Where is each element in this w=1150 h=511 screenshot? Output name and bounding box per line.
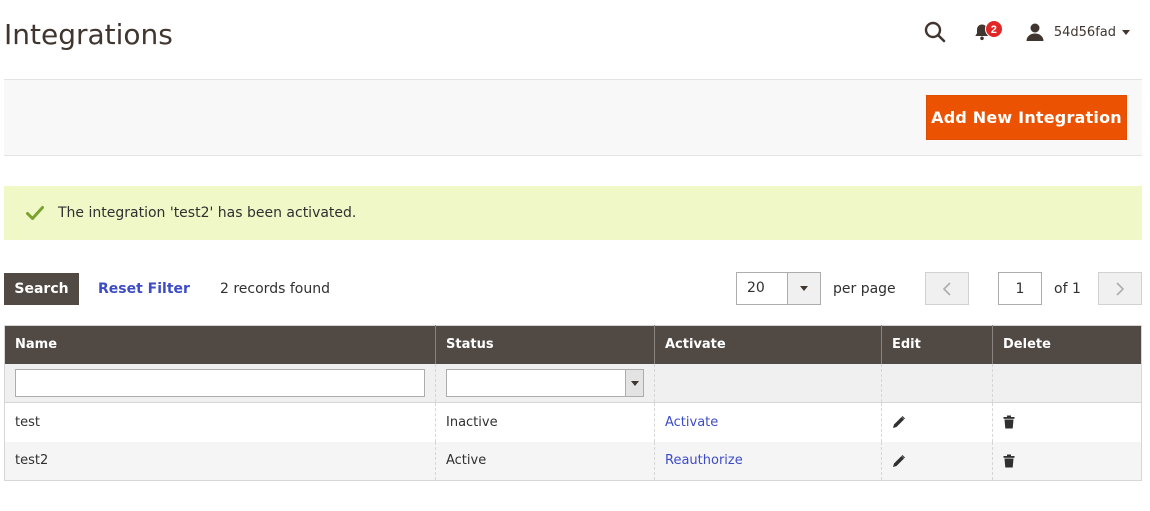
user-menu[interactable]: 54d56fad [1025,22,1130,42]
chevron-down-icon [631,380,639,386]
username: 54d56fad [1053,24,1116,40]
success-message: The integration 'test2' has been activat… [4,186,1142,240]
filter-row [4,363,1142,403]
cell-delete [992,441,1142,481]
notifications-badge: 2 [984,20,1003,38]
cell-name: test [4,402,436,442]
status-filter-select[interactable] [446,368,644,397]
pencil-icon[interactable] [892,415,906,429]
records-found: 2 records found [220,281,330,297]
reset-filter-link[interactable]: Reset Filter [98,281,190,297]
reauthorize-link[interactable]: Reauthorize [665,453,743,468]
previous-page-button[interactable] [925,272,969,305]
filter-cell-activate [654,363,882,403]
per-page-select[interactable]: 20 [736,272,821,305]
trash-icon[interactable] [1003,415,1015,429]
column-header-status[interactable]: Status [435,325,655,364]
column-header-name[interactable]: Name [4,325,436,364]
cell-status: Active [435,441,655,481]
chevron-down-icon [800,286,808,291]
per-page-label: per page [833,281,896,297]
integrations-grid: Name Status Activate Edit Delete test In… [4,325,1142,481]
next-page-button[interactable] [1098,272,1142,305]
page-actions-bar: Add New Integration [4,79,1142,156]
current-page-input[interactable] [998,272,1042,305]
filter-cell-name [4,363,436,403]
status-filter-toggle[interactable] [625,369,643,396]
column-header-activate: Activate [654,325,882,364]
name-filter-input[interactable] [15,368,425,397]
check-icon [26,206,44,220]
chevron-left-icon [942,281,951,296]
per-page-toggle[interactable] [787,273,820,304]
filter-cell-status [435,363,655,403]
table-row[interactable]: test Inactive Activate [4,402,1142,442]
header-actions: 2 54d56fad [921,18,1130,46]
chevron-right-icon [1116,281,1125,296]
pencil-icon[interactable] [892,454,906,468]
per-page-value: 20 [747,280,765,296]
total-pages-label: of 1 [1054,281,1081,297]
column-header-edit: Edit [881,325,993,364]
page-title: Integrations [4,18,173,51]
cell-status: Inactive [435,402,655,442]
chevron-down-icon [1122,29,1130,35]
notifications-button[interactable]: 2 [971,18,1003,46]
trash-icon[interactable] [1003,454,1015,468]
column-header-delete: Delete [992,325,1142,364]
cell-name: test2 [4,441,436,481]
search-icon[interactable] [921,18,949,46]
filter-cell-delete [992,363,1142,403]
table-row[interactable]: test2 Active Reauthorize [4,441,1142,481]
cell-activate: Activate [654,402,882,442]
user-icon [1026,23,1044,41]
cell-delete [992,402,1142,442]
cell-activate: Reauthorize [654,441,882,481]
grid-header-row: Name Status Activate Edit Delete [4,325,1142,364]
filter-cell-edit [881,363,993,403]
cell-edit [881,441,993,481]
cell-edit [881,402,993,442]
add-new-integration-button[interactable]: Add New Integration [926,95,1127,140]
search-button[interactable]: Search [4,273,79,305]
message-text: The integration 'test2' has been activat… [58,205,357,221]
activate-link[interactable]: Activate [665,415,718,430]
